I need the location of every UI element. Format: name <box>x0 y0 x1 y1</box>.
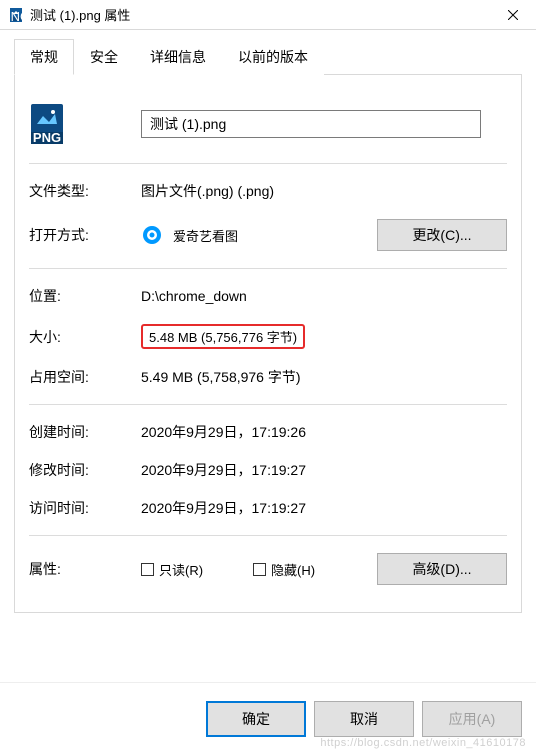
filetype-label: 文件类型: <box>29 181 141 201</box>
location-label: 位置: <box>29 286 141 306</box>
accessed-row: 访问时间: 2020年9月29日，17:19:27 <box>29 489 507 527</box>
size-row: 大小: 5.48 MB (5,756,776 字节) <box>29 315 507 358</box>
divider <box>29 163 507 164</box>
accessed-label: 访问时间: <box>29 498 141 518</box>
divider <box>29 268 507 269</box>
close-button[interactable] <box>490 0 536 30</box>
filename-row: PNG <box>29 93 507 155</box>
readonly-checkbox[interactable] <box>141 563 154 576</box>
sizeondisk-value: 5.49 MB (5,758,976 字节) <box>141 367 507 387</box>
dialog-footer: 确定 取消 应用(A) <box>0 682 536 755</box>
advanced-button[interactable]: 高级(D)... <box>377 553 507 585</box>
created-label: 创建时间: <box>29 422 141 442</box>
tab-general[interactable]: 常规 <box>14 39 74 75</box>
accessed-value: 2020年9月29日，17:19:27 <box>141 498 507 518</box>
openwith-label: 打开方式: <box>29 225 141 245</box>
readonly-label: 只读(R) <box>159 560 203 579</box>
svg-text:PNG: PNG <box>33 130 61 145</box>
openwith-app-name: 爱奇艺看图 <box>173 226 238 245</box>
hidden-label: 隐藏(H) <box>271 560 315 579</box>
tab-security[interactable]: 安全 <box>74 39 134 75</box>
app-icon <box>141 224 163 246</box>
size-value-highlighted: 5.48 MB (5,756,776 字节) <box>141 324 305 349</box>
sizeondisk-label: 占用空间: <box>29 367 141 387</box>
readonly-checkbox-item[interactable]: 只读(R) <box>141 560 203 579</box>
tab-details[interactable]: 详细信息 <box>134 39 222 75</box>
general-panel: PNG 文件类型: 图片文件(.png) (.png) 打开方式: 爱奇艺看图 … <box>14 75 522 613</box>
attributes-label: 属性: <box>29 559 141 579</box>
ok-button[interactable]: 确定 <box>206 701 306 737</box>
tabs: 常规 安全 详细信息 以前的版本 <box>14 38 522 75</box>
openwith-row: 打开方式: 爱奇艺看图 更改(C)... <box>29 210 507 260</box>
location-row: 位置: D:\chrome_down <box>29 277 507 315</box>
sizeondisk-row: 占用空间: 5.49 MB (5,758,976 字节) <box>29 358 507 396</box>
size-label: 大小: <box>29 327 141 347</box>
tab-previous-versions[interactable]: 以前的版本 <box>222 39 324 75</box>
created-row: 创建时间: 2020年9月29日，17:19:26 <box>29 413 507 451</box>
filename-input[interactable] <box>141 110 481 138</box>
window-title: 测试 (1).png 属性 <box>30 5 490 24</box>
change-button[interactable]: 更改(C)... <box>377 219 507 251</box>
content-area: 常规 安全 详细信息 以前的版本 PNG 文件类型: 图片文件(.png) (.… <box>0 30 536 613</box>
hidden-checkbox-item[interactable]: 隐藏(H) <box>253 560 315 579</box>
created-value: 2020年9月29日，17:19:26 <box>141 422 507 442</box>
divider <box>29 404 507 405</box>
divider <box>29 535 507 536</box>
filetype-value: 图片文件(.png) (.png) <box>141 181 507 201</box>
cancel-button[interactable]: 取消 <box>314 701 414 737</box>
filetype-row: 文件类型: 图片文件(.png) (.png) <box>29 172 507 210</box>
hidden-checkbox[interactable] <box>253 563 266 576</box>
png-file-icon-small: PNG <box>8 7 24 23</box>
modified-row: 修改时间: 2020年9月29日，17:19:27 <box>29 451 507 489</box>
attributes-row: 属性: 只读(R) 隐藏(H) 高级(D)... <box>29 544 507 594</box>
png-file-icon: PNG <box>29 102 65 146</box>
titlebar: PNG 测试 (1).png 属性 <box>0 0 536 30</box>
location-value: D:\chrome_down <box>141 288 507 304</box>
modified-label: 修改时间: <box>29 460 141 480</box>
modified-value: 2020年9月29日，17:19:27 <box>141 460 507 480</box>
apply-button[interactable]: 应用(A) <box>422 701 522 737</box>
